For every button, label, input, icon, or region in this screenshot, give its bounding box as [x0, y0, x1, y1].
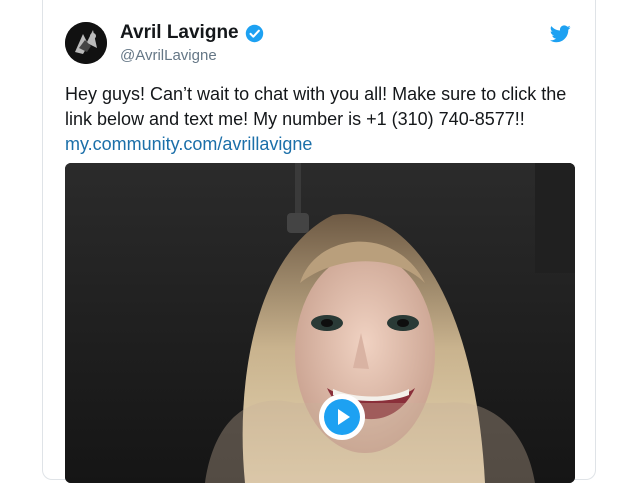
- play-icon: [320, 395, 364, 439]
- tweet-link[interactable]: my.community.com/avrillavigne: [65, 132, 575, 157]
- tweet-text: Hey guys! Can’t wait to chat with you al…: [65, 84, 567, 129]
- play-button[interactable]: [319, 394, 365, 440]
- author-handle[interactable]: @AvrilLavigne: [120, 47, 217, 64]
- tweet-card: Avril Lavigne @AvrilLavigne Hey guys! Ca…: [42, 0, 596, 483]
- author-name[interactable]: Avril Lavigne: [120, 22, 239, 44]
- author-name-row[interactable]: Avril Lavigne: [120, 22, 264, 44]
- verified-badge-icon: [245, 24, 263, 42]
- avatar-image: [65, 22, 107, 64]
- avatar[interactable]: [65, 22, 107, 64]
- tweet-text-block: Hey guys! Can’t wait to chat with you al…: [65, 82, 575, 157]
- video-thumbnail[interactable]: [65, 163, 575, 483]
- twitter-bird-icon[interactable]: [550, 25, 571, 43]
